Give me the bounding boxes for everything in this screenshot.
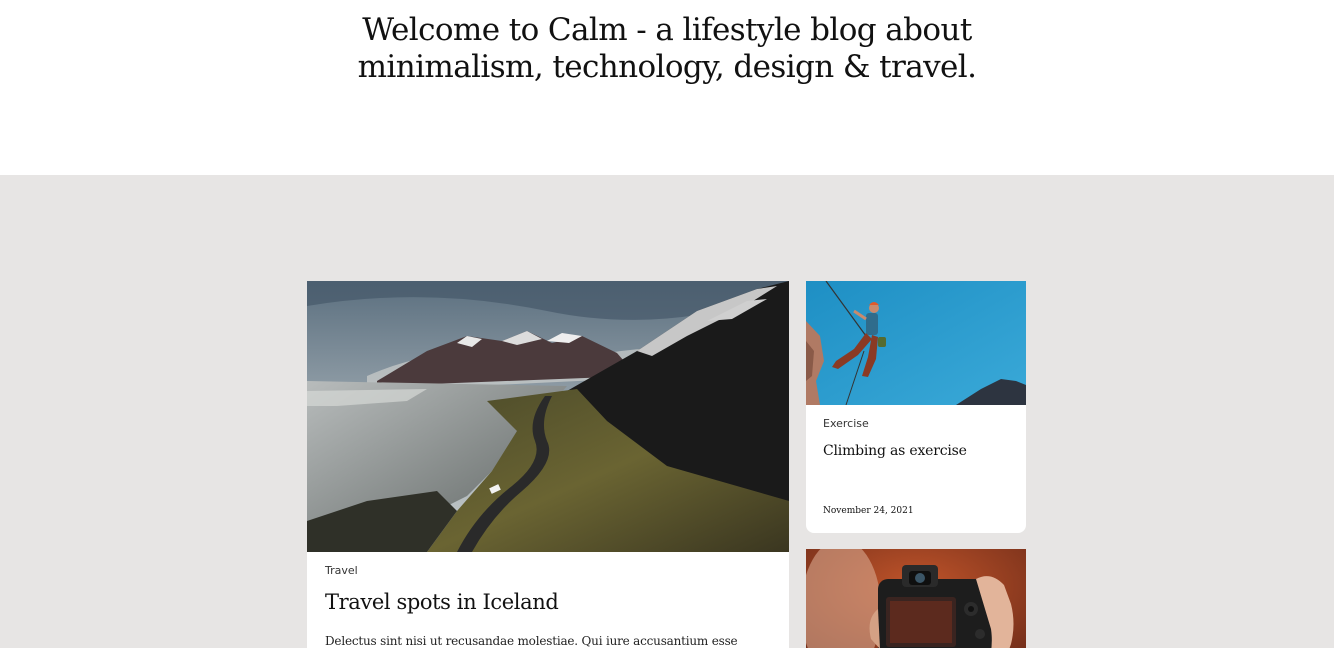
- hero-title-line-2: minimalism, technology, design & travel.: [357, 49, 977, 85]
- featured-post-card[interactable]: Travel Travel spots in Iceland Delectus …: [307, 281, 789, 648]
- featured-post-category[interactable]: Travel: [325, 564, 358, 577]
- side-post-title[interactable]: Climbing as exercise: [823, 443, 967, 459]
- featured-post-image[interactable]: [307, 281, 789, 552]
- post-feed: Travel Travel spots in Iceland Delectus …: [0, 175, 1334, 648]
- side-post-card[interactable]: [806, 549, 1026, 648]
- hero-title: Welcome to Calm - a lifestyle blog about…: [0, 12, 1334, 86]
- hero-title-line-1: Welcome to Calm - a lifestyle blog about: [362, 12, 972, 48]
- side-post-image[interactable]: [806, 549, 1026, 648]
- featured-post-excerpt: Delectus sint nisi ut recusandae molesti…: [325, 634, 738, 648]
- side-post-category[interactable]: Exercise: [823, 417, 869, 430]
- side-post-date: November 24, 2021: [823, 506, 914, 516]
- hero-section: Welcome to Calm - a lifestyle blog about…: [0, 0, 1334, 175]
- featured-post-title[interactable]: Travel spots in Iceland: [325, 590, 559, 614]
- side-post-image[interactable]: [806, 281, 1026, 405]
- side-post-card[interactable]: Exercise Climbing as exercise November 2…: [806, 281, 1026, 533]
